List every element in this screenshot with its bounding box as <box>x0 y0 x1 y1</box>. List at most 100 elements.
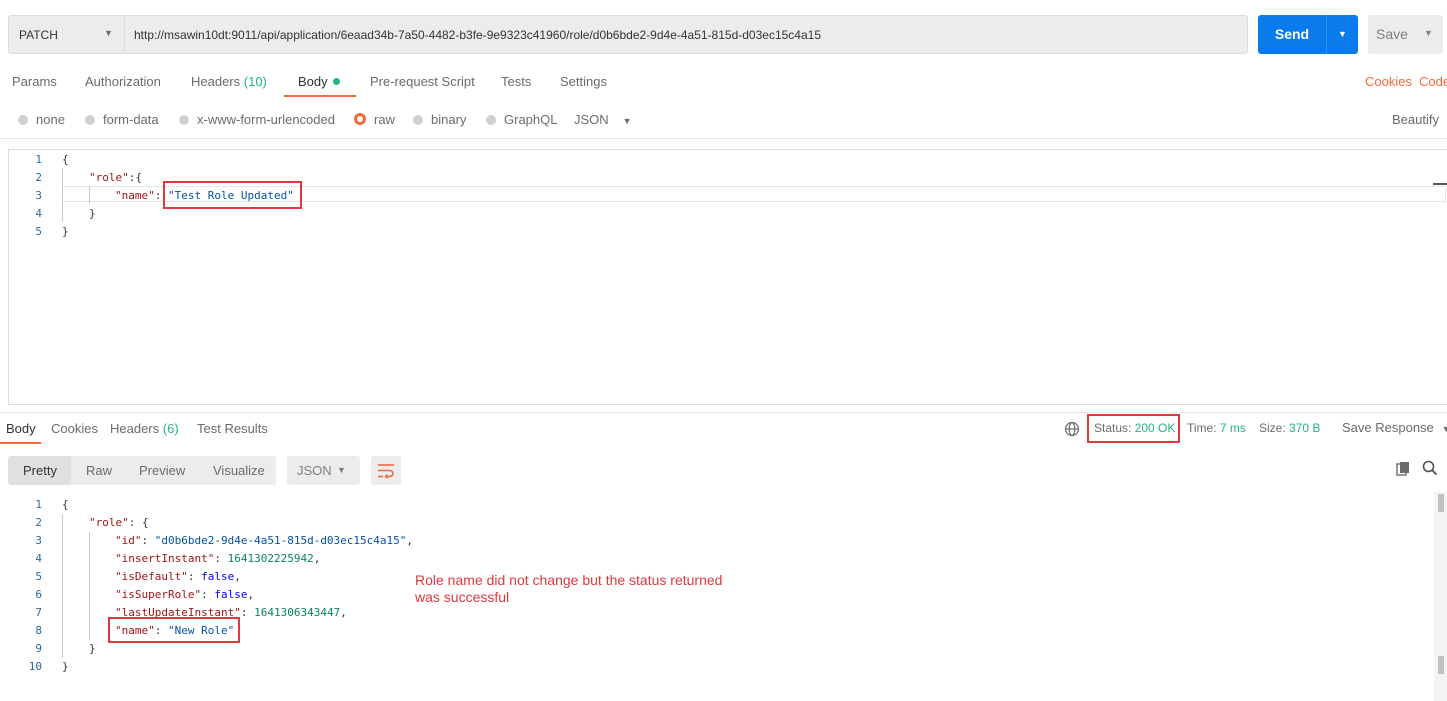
search-icon[interactable] <box>1422 460 1438 476</box>
save-button[interactable]: Save ▼ <box>1368 15 1443 54</box>
code-link[interactable]: Code <box>1419 74 1447 89</box>
globe-icon[interactable] <box>1064 421 1080 437</box>
time-readout[interactable]: Time: 7 ms <box>1187 421 1246 435</box>
json-boolean-value: false <box>201 570 235 583</box>
save-options-chevron-icon[interactable]: ▼ <box>1424 28 1433 38</box>
response-scrollbar-thumb[interactable] <box>1438 494 1444 512</box>
chevron-down-icon: ▼ <box>337 465 346 475</box>
modified-dot-icon <box>332 78 340 85</box>
tab-settings[interactable]: Settings <box>560 74 607 89</box>
radio-selected-icon <box>354 113 366 125</box>
beautify-link[interactable]: Beautify <box>1392 112 1439 127</box>
cookies-link[interactable]: Cookies <box>1365 74 1412 89</box>
response-scrollbar-thumb[interactable] <box>1438 656 1444 674</box>
response-tab-headers[interactable]: Headers (6) <box>110 421 179 436</box>
json-punct: , <box>234 570 241 583</box>
radio-form-data[interactable]: form-data <box>85 112 159 127</box>
radio-circle-icon <box>486 115 496 125</box>
tab-params[interactable]: Params <box>12 74 57 89</box>
view-raw[interactable]: Raw <box>86 463 112 478</box>
code-line: "id": "d0b6bde2-9d4e-4a51-815d-d03ec15c4… <box>115 534 413 547</box>
response-format-label: JSON <box>297 463 332 478</box>
annotation-line-1: Role name did not change but the status … <box>415 572 723 588</box>
highlight-box-response-name <box>108 617 240 643</box>
json-punct: : <box>201 588 215 601</box>
tab-body-label: Body <box>298 74 328 89</box>
response-view-switcher: Pretty Raw Preview Visualize <box>8 456 276 485</box>
radio-circle-icon <box>85 115 95 125</box>
divider <box>0 138 1447 139</box>
tab-prerequest-script[interactable]: Pre-request Script <box>370 74 475 89</box>
tab-headers[interactable]: Headers (10) <box>191 74 267 89</box>
line-number: 8 <box>35 624 42 637</box>
json-punct: , <box>313 552 321 565</box>
code-line: "insertInstant": 1641302225942, <box>115 552 320 565</box>
json-key: "name" <box>115 189 155 202</box>
view-visualize[interactable]: Visualize <box>213 463 265 478</box>
json-key: "id" <box>115 534 142 547</box>
indent-guide <box>89 186 90 204</box>
body-format-select[interactable]: JSON ▼ <box>574 112 632 127</box>
json-punct: , <box>340 606 347 619</box>
copy-icon[interactable] <box>1396 461 1411 476</box>
radio-binary-label: binary <box>431 112 467 127</box>
send-options-chevron-icon[interactable]: ▼ <box>1327 15 1358 54</box>
radio-urlencoded[interactable]: x-www-form-urlencoded <box>179 112 335 127</box>
method-select[interactable]: PATCH ▼ <box>8 15 124 54</box>
line-number: 1 <box>35 153 42 166</box>
save-response-button[interactable]: Save Response ▼ <box>1342 420 1447 435</box>
radio-raw-label: raw <box>374 112 395 127</box>
code-line: } <box>62 660 69 673</box>
view-preview[interactable]: Preview <box>139 463 185 478</box>
send-label: Send <box>1274 26 1310 42</box>
tab-tests[interactable]: Tests <box>501 74 531 89</box>
save-response-label: Save Response <box>1342 420 1434 435</box>
size-value: 370 B <box>1289 421 1321 435</box>
radio-none[interactable]: none <box>18 112 65 127</box>
line-number: 9 <box>35 642 42 655</box>
wrap-lines-icon <box>378 464 394 479</box>
code-line: { <box>62 153 69 166</box>
json-punct: , <box>247 588 255 601</box>
wrap-lines-button[interactable] <box>371 456 401 485</box>
json-punct: , <box>406 534 414 547</box>
body-format-label: JSON <box>574 112 609 127</box>
tab-body[interactable]: Body <box>298 74 340 89</box>
time-value: 7 ms <box>1219 421 1246 435</box>
size-readout[interactable]: Size: 370 B <box>1259 421 1320 435</box>
radio-circle-icon <box>179 115 189 125</box>
code-line: } <box>62 225 69 238</box>
view-pretty[interactable]: Pretty <box>23 463 57 478</box>
radio-graphql[interactable]: GraphQL <box>486 112 557 127</box>
json-boolean-value: false <box>214 588 248 601</box>
json-number-value: 1641302225942 <box>227 552 314 565</box>
scroll-marker <box>1433 183 1447 185</box>
highlight-box-status <box>1087 414 1180 443</box>
json-punct: : { <box>128 516 149 529</box>
response-tab-cookies[interactable]: Cookies <box>51 421 98 436</box>
send-button[interactable]: Send ▼ <box>1258 15 1358 54</box>
line-number: 4 <box>35 207 42 220</box>
line-number: 5 <box>35 570 42 583</box>
json-number-value: 1641306343447 <box>254 606 341 619</box>
json-key: "isSuperRole" <box>115 588 202 601</box>
line-number: 7 <box>35 606 42 619</box>
url-input[interactable]: http://msawin10dt:9011/api/application/6… <box>124 15 1248 54</box>
radio-graphql-label: GraphQL <box>504 112 558 127</box>
radio-raw[interactable]: raw <box>354 112 395 127</box>
code-line: } <box>89 642 96 655</box>
line-number: 1 <box>35 498 42 511</box>
tab-authorization[interactable]: Authorization <box>85 74 161 89</box>
response-format-select[interactable]: JSON ▼ <box>287 456 360 485</box>
radio-urlencoded-label: x-www-form-urlencoded <box>197 112 335 127</box>
highlight-box-request-name <box>163 181 302 209</box>
json-punct: : <box>240 606 255 619</box>
json-punct: :{ <box>128 171 142 184</box>
response-tab-body[interactable]: Body <box>6 421 36 436</box>
tab-headers-count: (10) <box>243 74 267 89</box>
line-number: 2 <box>35 171 42 184</box>
radio-binary[interactable]: binary <box>413 112 466 127</box>
radio-none-label: none <box>36 112 65 127</box>
annotation-note: Role name did not change but the status … <box>415 572 755 606</box>
response-tab-test-results[interactable]: Test Results <box>197 421 268 436</box>
